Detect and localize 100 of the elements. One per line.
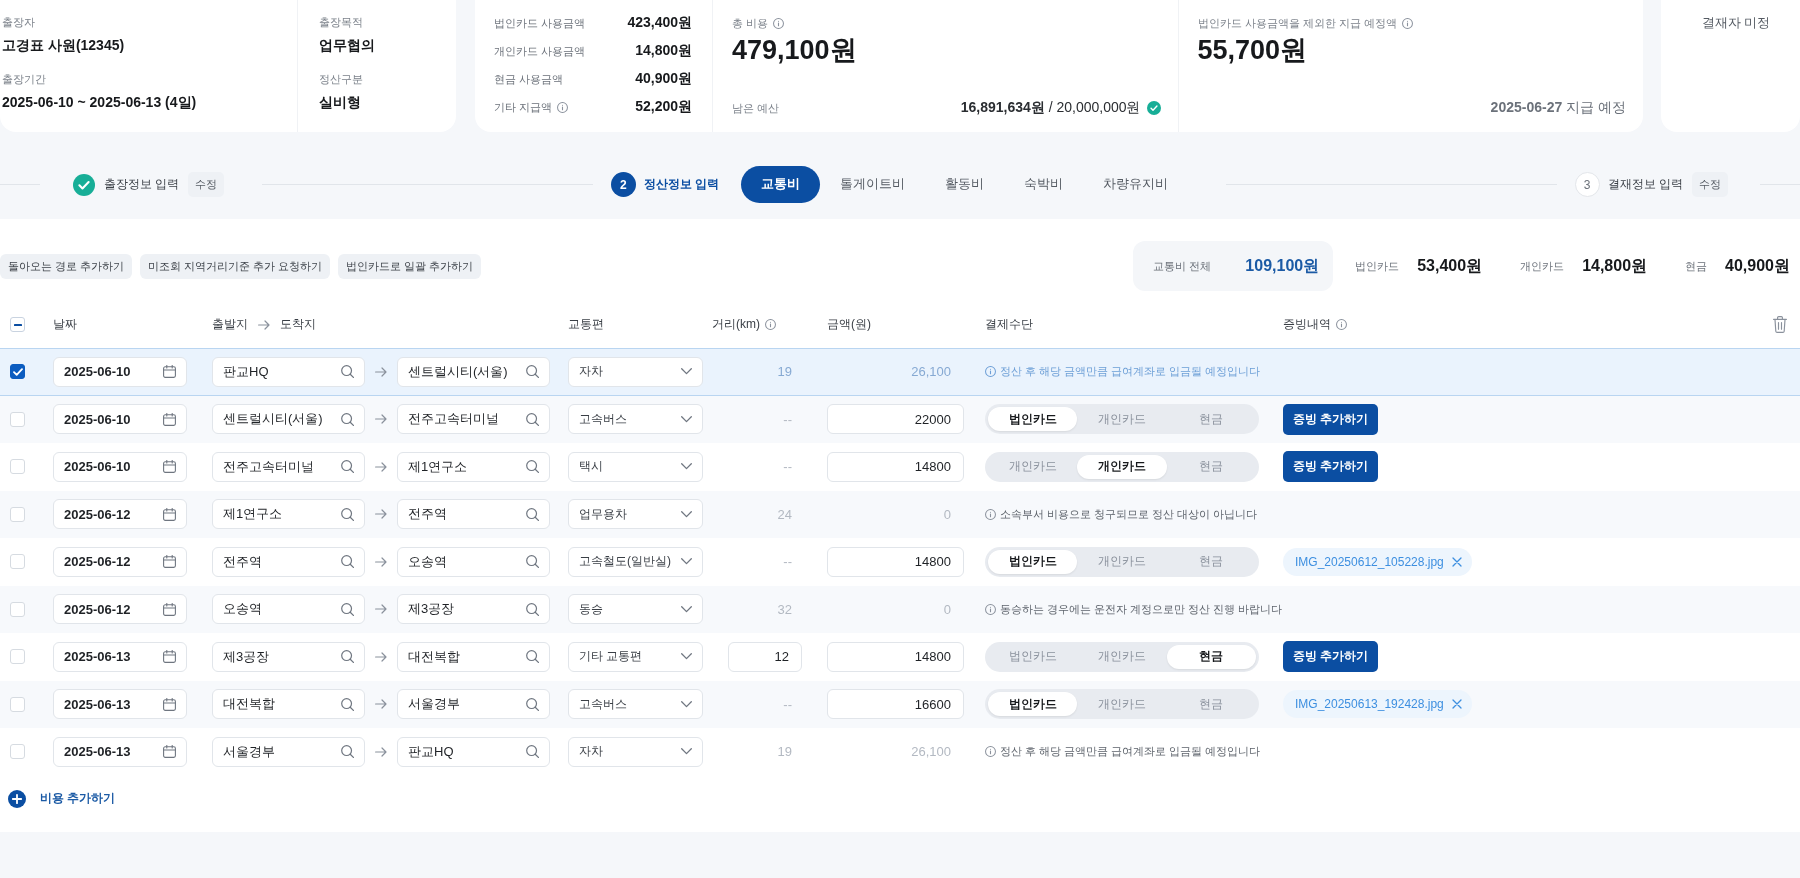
row-checkbox[interactable]: [10, 364, 25, 380]
transport-select[interactable]: 고속철도(일반실): [568, 546, 703, 577]
date-field[interactable]: 2025-06-13: [53, 641, 187, 672]
column-header: 증빙내역: [1283, 316, 1331, 333]
date-field[interactable]: 2025-06-10: [53, 451, 187, 482]
origin-field[interactable]: 서울경부: [212, 736, 365, 767]
origin-field[interactable]: 제1연구소: [212, 499, 365, 530]
transport-select[interactable]: 동승: [568, 594, 703, 625]
destination-field[interactable]: 제3공장: [397, 594, 550, 625]
summary-label: 법인카드: [1355, 258, 1400, 274]
category-tab[interactable]: 활동비: [925, 166, 1005, 203]
trash-icon[interactable]: [1772, 316, 1787, 333]
payment-option[interactable]: 개인카드: [1077, 454, 1167, 479]
search-icon: [526, 745, 539, 759]
approver-status: 결재자 미정: [1702, 15, 1771, 32]
category-tab[interactable]: 교통비: [741, 166, 821, 203]
close-icon[interactable]: [1451, 699, 1462, 710]
amount-input[interactable]: 16600: [827, 689, 964, 720]
action-button[interactable]: 미조회 지역거리기준 추가 요청하기: [140, 253, 331, 279]
amount-value: 0: [943, 506, 951, 522]
destination-field[interactable]: 오송역: [397, 546, 550, 577]
amount-input[interactable]: 14800: [827, 641, 964, 672]
search-icon: [526, 460, 539, 474]
origin-field[interactable]: 전주고속터미널: [212, 451, 365, 482]
search-icon: [526, 602, 539, 616]
add-expense-button[interactable]: 비용 추가하기: [8, 789, 116, 808]
calendar-icon: [163, 507, 176, 521]
date-field[interactable]: 2025-06-12: [53, 546, 187, 577]
amount-input[interactable]: 22000: [827, 404, 964, 435]
action-button[interactable]: 법인카드로 일괄 추가하기: [338, 253, 482, 279]
distance-value: --: [783, 696, 792, 712]
transport-select[interactable]: 고속버스: [568, 689, 703, 720]
date-field[interactable]: 2025-06-12: [53, 499, 187, 530]
origin-field[interactable]: 판교HQ: [212, 356, 365, 387]
payout-amount: 55,700원: [1197, 34, 1308, 67]
check-circle-icon: [73, 173, 95, 196]
search-icon: [526, 412, 539, 426]
date-field[interactable]: 2025-06-13: [53, 736, 187, 767]
info-note: 소속부서 비용으로 청구되므로 정산 대상이 아닙니다: [1000, 506, 1258, 522]
add-receipt-button[interactable]: 증빙 추가하기: [1283, 641, 1379, 673]
date-field[interactable]: 2025-06-10: [53, 356, 187, 387]
date-field[interactable]: 2025-06-13: [53, 689, 187, 720]
add-receipt-button[interactable]: 증빙 추가하기: [1283, 451, 1379, 483]
transport-select[interactable]: 자차: [568, 736, 703, 767]
amount-input[interactable]: 14800: [827, 451, 964, 482]
distance-input[interactable]: 12: [728, 641, 802, 672]
origin-field[interactable]: 오송역: [212, 594, 365, 625]
step-number: 2: [610, 172, 636, 197]
summary-label: 교통비 전체: [1153, 258, 1212, 274]
transport-select[interactable]: 택시: [568, 451, 703, 482]
origin-field[interactable]: 전주역: [212, 546, 365, 577]
distance-value: 24: [777, 506, 792, 522]
select-all-checkbox[interactable]: [10, 317, 25, 332]
distance-value: --: [783, 411, 792, 427]
origin-field[interactable]: 센트럴시티(서울): [212, 404, 365, 435]
budget-label: 남은 예산: [732, 101, 780, 116]
origin-field[interactable]: 제3공장: [212, 641, 365, 672]
destination-field[interactable]: 전주역: [397, 499, 550, 530]
transport-select[interactable]: 업무용차: [568, 499, 703, 530]
category-tab[interactable]: 톨게이트비: [820, 166, 926, 203]
date-field[interactable]: 2025-06-10: [53, 404, 187, 435]
transport-select[interactable]: 자차: [568, 356, 703, 387]
transport-select[interactable]: 고속버스: [568, 404, 703, 435]
total-amount: 479,100원: [732, 34, 857, 67]
arrow-right-icon: [375, 604, 387, 615]
destination-field[interactable]: 전주고속터미널: [397, 404, 550, 435]
category-tab[interactable]: 숙박비: [1004, 166, 1084, 203]
payment-option[interactable]: 법인카드: [988, 692, 1078, 717]
destination-field[interactable]: 센트럴시티(서울): [397, 356, 550, 387]
arrow-right-icon: [375, 509, 387, 520]
calendar-icon: [163, 412, 176, 426]
destination-field[interactable]: 서울경부: [397, 689, 550, 720]
category-tab[interactable]: 차량유지비: [1083, 166, 1189, 203]
field-value: 2025-06-10 ~ 2025-06-13 (4일): [2, 93, 197, 112]
destination-field[interactable]: 대전복합: [397, 641, 550, 672]
search-icon: [341, 745, 354, 759]
column-header: 도착지: [280, 316, 316, 333]
destination-field[interactable]: 제1연구소: [397, 451, 550, 482]
action-button[interactable]: 돌아오는 경로 추가하기: [0, 253, 133, 279]
transport-select[interactable]: 기타 교통편: [568, 641, 703, 672]
edit-button[interactable]: 수정: [1692, 172, 1728, 197]
usage-amount: 40,900원: [635, 70, 692, 88]
add-receipt-button[interactable]: 증빙 추가하기: [1283, 403, 1379, 435]
arrow-right-icon: [375, 366, 387, 377]
search-icon: [341, 697, 354, 711]
step-number: 3: [1574, 172, 1600, 197]
payment-option[interactable]: 법인카드: [988, 549, 1078, 574]
amount-input[interactable]: 14800: [827, 546, 964, 577]
search-icon: [341, 460, 354, 474]
payment-option[interactable]: 법인카드: [988, 407, 1078, 432]
field-label: 출장목적: [319, 15, 363, 30]
origin-field[interactable]: 대전복합: [212, 689, 365, 720]
amount-value: 26,100: [911, 364, 951, 380]
edit-button[interactable]: 수정: [188, 172, 225, 197]
date-field[interactable]: 2025-06-12: [53, 594, 187, 625]
payment-option[interactable]: 현금: [1166, 644, 1256, 669]
summary-amount: 40,900원: [1725, 255, 1790, 276]
amount-value: 26,100: [911, 744, 951, 760]
destination-field[interactable]: 판교HQ: [397, 736, 550, 767]
close-icon[interactable]: [1451, 556, 1462, 567]
